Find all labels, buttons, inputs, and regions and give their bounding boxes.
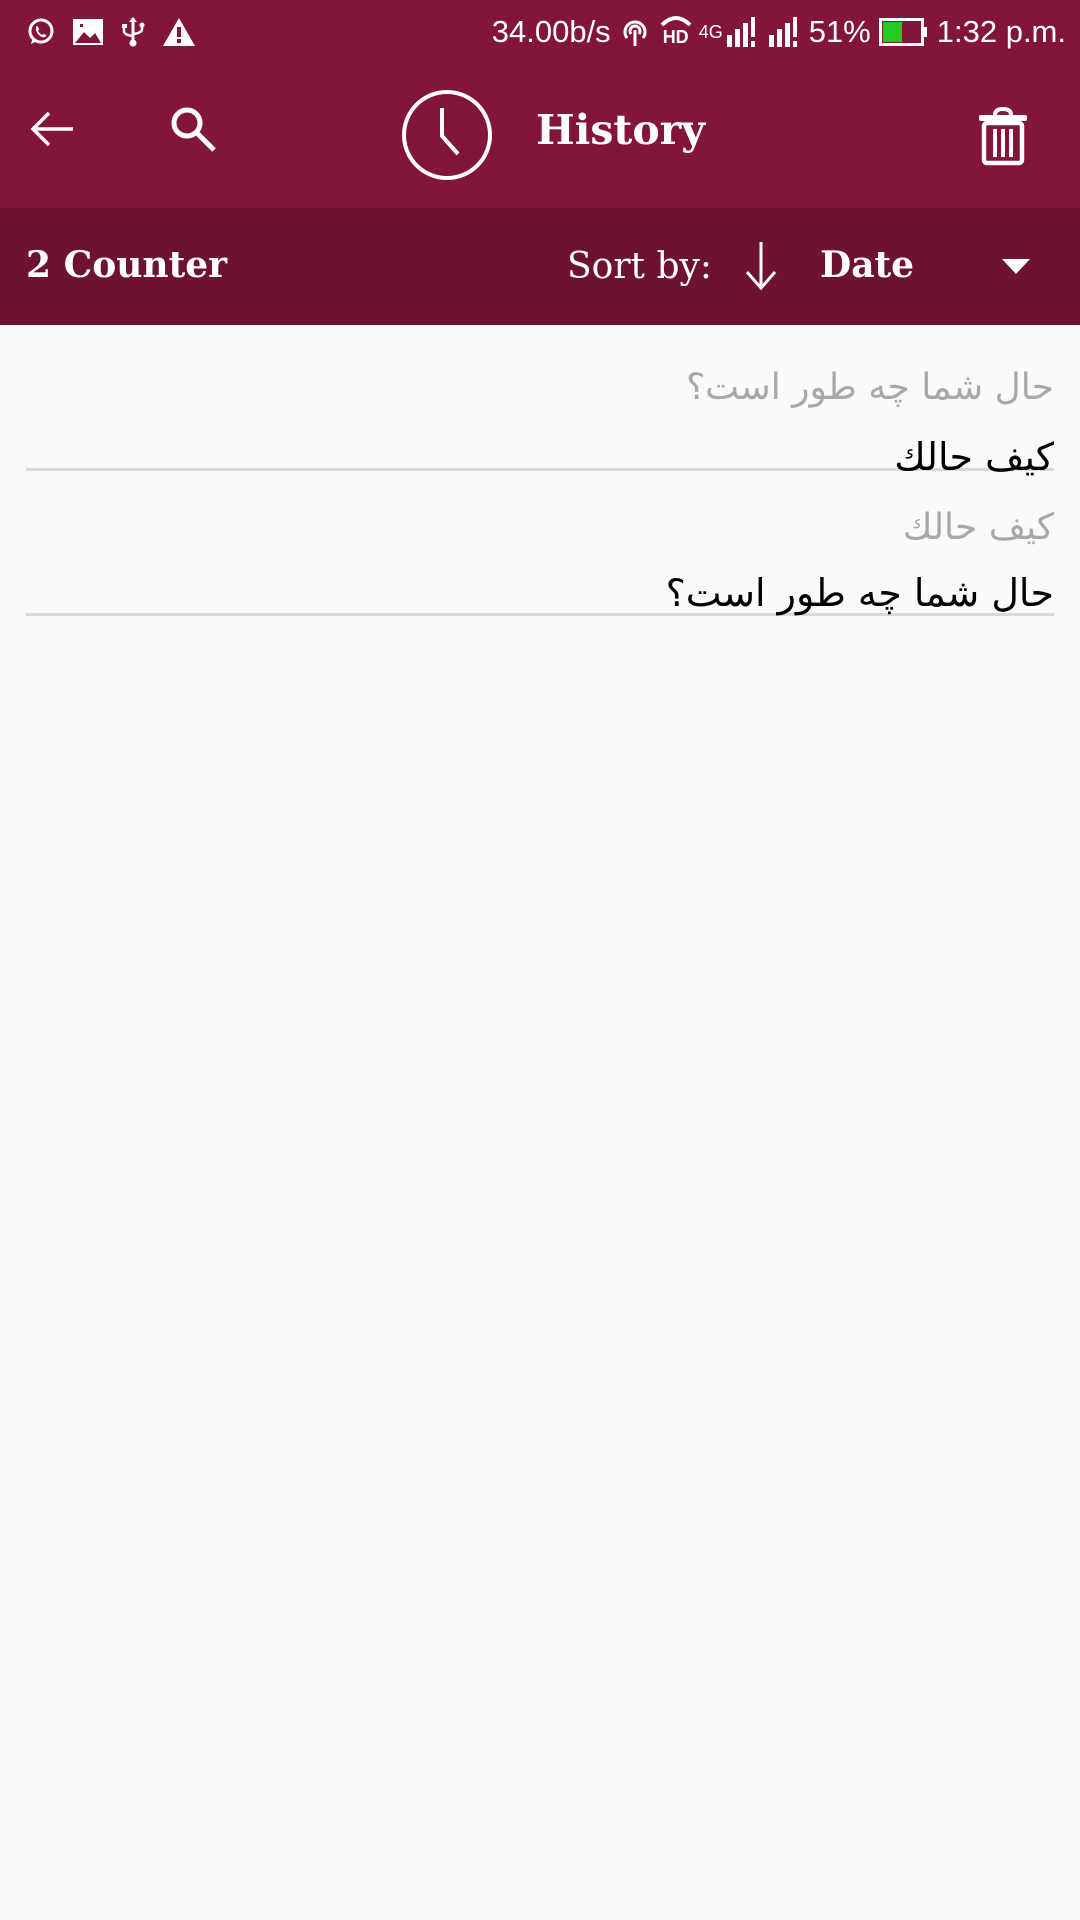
arrow-down-icon: [745, 242, 777, 291]
sort-label: Sort by:: [567, 246, 712, 287]
network-speed: 34.00b/s: [491, 14, 611, 49]
caret-down-icon: [1002, 259, 1030, 274]
app-bar: History: [0, 64, 1080, 208]
hd-call-icon: HD: [659, 15, 695, 49]
clock-time: 1:32 p.m.: [936, 14, 1066, 49]
trash-icon: [979, 107, 1027, 166]
image-icon: [72, 18, 104, 46]
sort-bar: 2 Counter Sort by: Date: [0, 208, 1080, 325]
history-counter: 2 Counter: [26, 244, 228, 286]
whatsapp-icon: [26, 17, 56, 47]
sort-dropdown-toggle[interactable]: [998, 252, 1034, 282]
sort-dropdown[interactable]: Date: [820, 244, 914, 286]
source-text: حال شما چه طور است؟: [686, 367, 1054, 408]
search-button[interactable]: [160, 96, 226, 162]
arrow-left-icon: [30, 111, 73, 147]
signal-sim2-icon: [767, 17, 801, 47]
battery-percent: 51%: [808, 14, 871, 49]
usb-icon: [120, 16, 146, 48]
delete-history-button[interactable]: [972, 104, 1034, 170]
notification-icons: [26, 16, 212, 48]
back-button[interactable]: [20, 96, 86, 162]
warning-icon: [162, 17, 196, 47]
status-bar: 34.00b/s HD 4G 51% 1:32 p.m.: [0, 0, 1080, 64]
page-title: History: [536, 106, 706, 154]
translation-text: حال شما چه طور است؟: [665, 571, 1054, 615]
clock-icon: [400, 88, 494, 182]
signal-sim1-icon: [725, 17, 759, 47]
system-status: 34.00b/s HD 4G 51% 1:32 p.m.: [484, 14, 1066, 50]
network-type: 4G: [698, 21, 723, 42]
history-item[interactable]: كيف حالك حال شما چه طور است؟: [26, 471, 1054, 616]
battery-icon: [878, 18, 929, 46]
search-icon: [171, 107, 216, 152]
history-item[interactable]: حال شما چه طور است؟ كيف حالك: [26, 325, 1054, 479]
history-list: حال شما چه طور است؟ كيف حالك كيف حالك حا…: [26, 325, 1054, 616]
hd-label: HD: [662, 27, 689, 47]
sort-direction-button[interactable]: [736, 238, 786, 294]
hotspot-icon: [619, 16, 651, 48]
source-text: كيف حالك: [902, 507, 1054, 548]
